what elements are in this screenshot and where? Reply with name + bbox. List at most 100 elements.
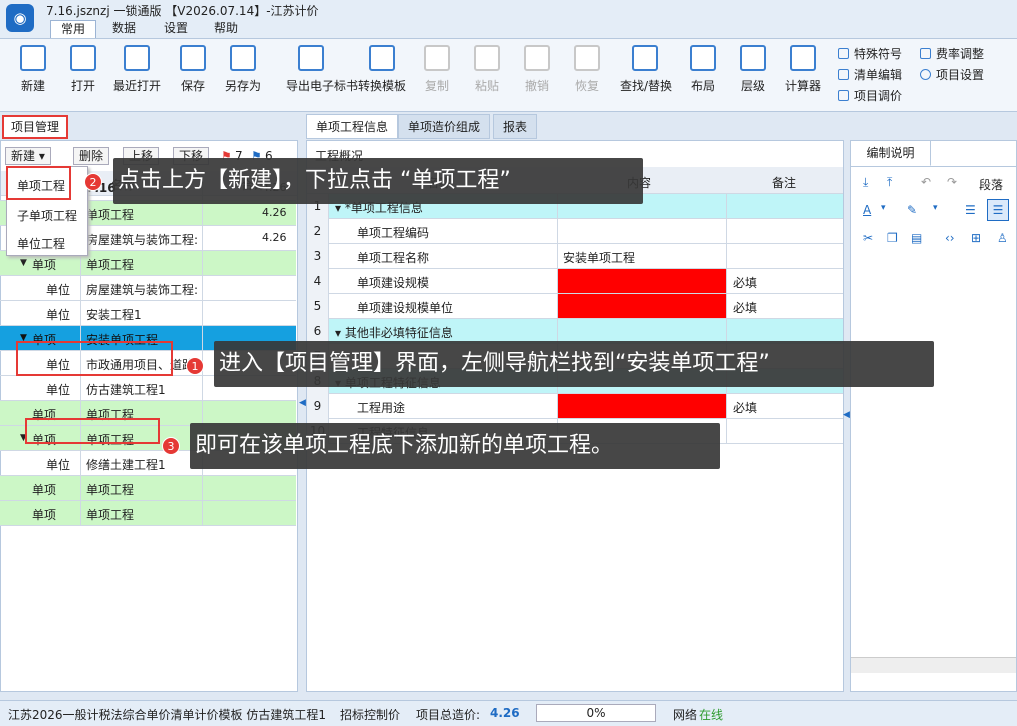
undo-button[interactable]: 撤销 — [512, 45, 562, 94]
tree-row-type: 单位 — [46, 283, 71, 297]
delete-button[interactable]: 删除 — [73, 147, 110, 165]
user-icon[interactable]: ♙ — [997, 231, 1008, 245]
copy-button[interactable]: 复制 — [412, 45, 462, 94]
callout-step-2: 点击上方【新建】，下拉点击 “单项工程” — [113, 158, 643, 204]
chevron-down-icon[interactable]: ▾ — [933, 203, 938, 213]
tab-report[interactable]: 报表 — [493, 114, 538, 139]
tree-row[interactable]: 单项 单项工程 — [0, 501, 296, 526]
row-note: 必填 — [733, 301, 758, 315]
level-button[interactable]: 层级 — [728, 45, 778, 94]
tab-data[interactable]: 数据 — [102, 20, 146, 38]
collapse-left-icon[interactable]: ◀ — [299, 398, 306, 408]
settings-icon — [920, 69, 931, 80]
table-icon[interactable]: ⊞ — [971, 231, 981, 245]
status-bar: 江苏2026一般计税法综合单价清单计价模板 仿古建筑工程1 招标控制价 项目总造… — [0, 700, 1017, 726]
row-number: 9 — [307, 394, 329, 419]
status-network-label: 网络 — [673, 708, 698, 722]
tree-row-type: 单位 — [46, 458, 71, 472]
recent-icon — [124, 45, 150, 71]
info-grid-row[interactable]: 5 单项建设规模单位 必填 — [307, 294, 843, 319]
row-value-cell[interactable] — [557, 319, 727, 343]
redo-icon — [574, 45, 600, 71]
highlight-pen-icon[interactable]: ✎ — [907, 203, 917, 217]
save-as-button[interactable]: 另存为 — [218, 45, 268, 94]
copy-icon[interactable]: ❐ — [887, 231, 898, 245]
app-logo-icon[interactable]: ◉ — [6, 4, 34, 32]
paste-icon[interactable]: ▤ — [911, 231, 922, 245]
calculator-button[interactable]: 计算器 — [778, 45, 828, 94]
row-value-cell[interactable] — [557, 294, 727, 318]
tab-common[interactable]: 常用 — [50, 20, 97, 38]
undo-icon[interactable]: ↶ — [921, 175, 931, 189]
menu-item-sub-single-project[interactable]: 子单项工程 — [17, 207, 77, 224]
tree-row[interactable]: 单位 安装工程1 — [0, 301, 296, 326]
copy-icon — [424, 45, 450, 71]
paste-button[interactable]: 粘贴 — [462, 45, 512, 94]
tab-help[interactable]: 帮助 — [204, 20, 248, 38]
tab-project-management[interactable]: 项目管理 — [2, 115, 68, 139]
highlight-box-menu — [6, 166, 71, 200]
convert-template-button[interactable]: 转换模板 — [357, 45, 407, 94]
open-button[interactable]: 打开 — [58, 45, 108, 94]
row-value-cell[interactable]: 安装单项工程 — [557, 244, 727, 268]
paste-icon — [474, 45, 500, 71]
row-note: 必填 — [733, 276, 758, 290]
tab-single-project-info[interactable]: 单项工程信息 — [306, 114, 399, 139]
font-color-icon[interactable]: A — [863, 203, 871, 217]
expand-icon[interactable]: ▼ — [20, 258, 27, 268]
save-button[interactable]: 保存 — [168, 45, 218, 94]
horizontal-scrollbar[interactable] — [851, 657, 1016, 673]
tab-compile-notes[interactable]: 编制说明 — [851, 141, 931, 166]
export-icon — [298, 45, 324, 71]
row-value-cell[interactable] — [557, 394, 727, 418]
paragraph-button[interactable]: 段落 — [979, 176, 1003, 193]
info-grid-row[interactable]: 2 单项工程编码 — [307, 219, 843, 244]
level-icon — [740, 45, 766, 71]
redo-button[interactable]: 恢复 — [562, 45, 612, 94]
cut-icon[interactable]: ✂ — [863, 231, 873, 245]
import-icon[interactable]: ⤓ — [863, 175, 868, 190]
status-total-value: 4.26 — [490, 706, 520, 720]
tree-row-name: 单项工程 — [86, 208, 135, 222]
project-price-adjust-button[interactable]: 项目调价 — [838, 87, 902, 104]
layout-button[interactable]: 布局 — [678, 45, 728, 94]
info-grid-row[interactable]: 3 单项工程名称 安装单项工程 — [307, 244, 843, 269]
rate-adjust-button[interactable]: 费率调整 — [920, 45, 984, 62]
row-number: 5 — [307, 294, 329, 319]
highlight-box-new-project — [25, 418, 160, 444]
new-button[interactable]: 新建 — [8, 45, 58, 94]
list-edit-button[interactable]: 清单编辑 — [838, 66, 902, 83]
row-value-cell[interactable] — [557, 219, 727, 243]
menu-item-unit-project[interactable]: 单位工程 — [17, 235, 65, 252]
export-notes-icon[interactable]: ⤒ — [887, 175, 892, 190]
tab-cost-composition[interactable]: 单项造价组成 — [398, 114, 491, 139]
chevron-down-icon[interactable]: ▾ — [881, 203, 886, 213]
tree-row[interactable]: 单位 房屋建筑与装饰工程: — [0, 276, 296, 301]
redo-icon[interactable]: ↷ — [947, 175, 957, 189]
tab-settings[interactable]: 设置 — [154, 20, 198, 38]
row-name: 单项工程编码 — [357, 226, 430, 240]
tree-row-name: 单项工程 — [86, 483, 135, 497]
info-grid-row[interactable]: 9 工程用途 必填 — [307, 394, 843, 419]
status-total-label: 项目总造价: — [416, 708, 481, 722]
calculator-icon — [790, 45, 816, 71]
align-left-icon[interactable]: ☰ — [965, 203, 976, 217]
row-value-cell[interactable] — [557, 269, 727, 293]
export-bid-button[interactable]: 导出电子标书 — [286, 45, 358, 94]
special-symbol-button[interactable]: 特殊符号 — [838, 45, 902, 62]
omega-icon — [838, 48, 849, 59]
adjust-icon — [838, 90, 849, 101]
tree-row-type: 单位 — [46, 308, 71, 322]
info-grid-row[interactable]: 4 单项建设规模 必填 — [307, 269, 843, 294]
recent-open-button[interactable]: 最近打开 — [112, 45, 162, 94]
convert-icon — [369, 45, 395, 71]
tree-row-total: 4.26 — [262, 206, 287, 219]
project-settings-button[interactable]: 项目设置 — [920, 66, 984, 83]
collapse-right-icon[interactable]: ◀ — [843, 410, 850, 420]
tree-row-name: 单项工程 — [86, 258, 135, 272]
tree-row[interactable]: 单项 单项工程 — [0, 476, 296, 501]
find-replace-button[interactable]: 查找/替换 — [620, 45, 672, 94]
new-dropdown-button[interactable]: 新建 ▾ — [5, 147, 51, 165]
code-icon[interactable]: ‹› — [945, 231, 955, 245]
align-center-icon[interactable]: ☰ — [987, 199, 1009, 221]
